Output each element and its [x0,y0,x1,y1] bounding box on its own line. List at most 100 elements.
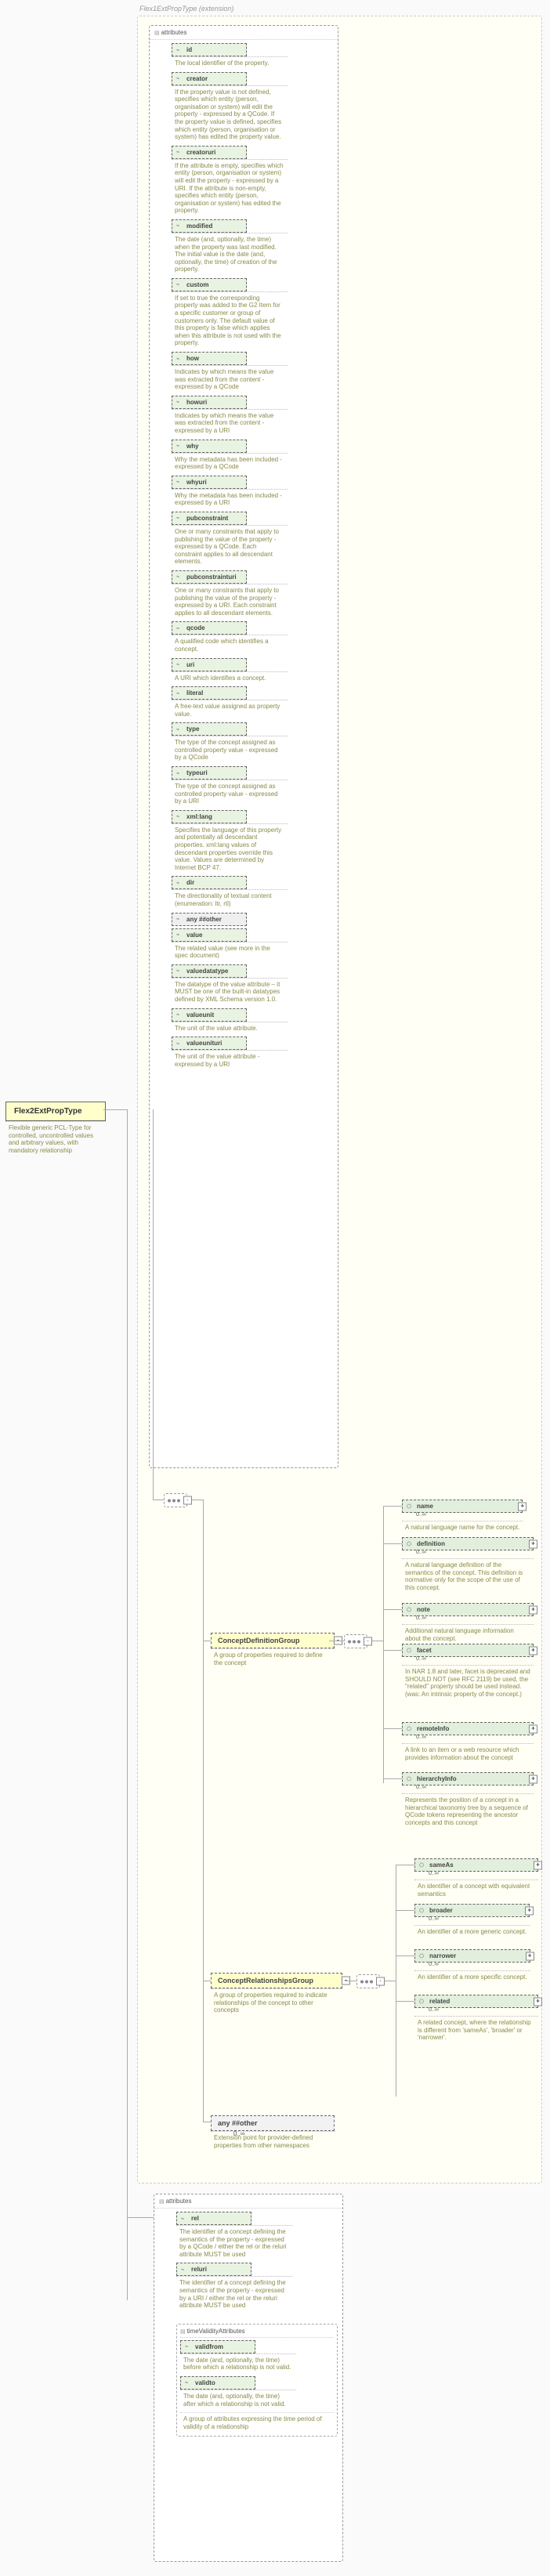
attr-desc: The identifier of a concept defining the… [176,2276,292,2311]
attribute-list: ⌁idThe local identifier of the property.… [150,40,338,1076]
attr-desc: The type of the concept assigned as cont… [172,780,288,808]
element-related[interactable]: ⎔related+0..∞A related concept, where th… [414,1995,538,2044]
attribute-whyuri[interactable]: ⌁whyuriWhy the metadata has been include… [172,476,335,509]
element-name: note [417,1606,430,1613]
expand-toggle[interactable]: + [534,1861,542,1869]
attr-name: literal [186,689,203,696]
element-desc: An identifier of a more specific concept… [414,1970,530,1984]
element-definition[interactable]: ⎔definition+0..∞A natural language defin… [402,1537,534,1594]
attribute-dir[interactable]: ⌁dirThe directionality of textual conten… [172,876,335,910]
conn [383,1506,384,1783]
attribute-uri[interactable]: ⌁uriA URI which identifies a concept. [172,658,335,685]
attribute-creator[interactable]: ⌁creatorIf the property value is not def… [172,72,335,143]
attr-name: any ##other [186,916,222,923]
element-desc: A link to an item or a web resource whic… [402,1743,534,1764]
cardinality: 0..∞ [416,1550,426,1555]
cardinality: 0..∞ [233,2130,245,2137]
expand-toggle[interactable]: + [518,1502,526,1511]
inheritance-label: Flex1ExtPropType (extension) [139,5,233,13]
attribute-pubconstrainturi[interactable]: ⌁pubconstrainturiOne or many constraints… [172,570,335,619]
expand-toggle[interactable]: + [529,1646,537,1655]
attribute-value[interactable]: ⌁valueThe related value (see more in the… [172,928,335,962]
element-note[interactable]: ⎔note+0..∞Additional natural language in… [402,1603,534,1644]
attribute-rel[interactable]: ⌁relThe identifier of a concept defining… [176,2212,339,2260]
sequence-combiner[interactable]: - [356,1974,380,1988]
expand-toggle[interactable]: + [529,1724,537,1733]
concept-relationships-group[interactable]: ConceptRelationshipsGroup - A group of p… [211,1973,342,2017]
attribute-reluri[interactable]: ⌁reluriThe identifier of a concept defin… [176,2263,339,2311]
attr-desc: The datatype of the value attribute – it… [172,978,288,1006]
attribute-literal[interactable]: ⌁literalA free-text value assigned as pr… [172,686,335,720]
any-other-element[interactable]: any ##other Extension point for provider… [211,2115,335,2151]
cardinality: 0..∞ [416,1785,426,1790]
expand-toggle[interactable]: - [364,1637,372,1646]
attr-desc: The date (and, optionally, the time) bef… [180,2353,296,2374]
attr-desc: If set to true the corresponding propert… [172,291,288,349]
conn [103,1109,127,1110]
element-remoteinfo[interactable]: ⎔remoteInfo+0..∞A link to an item or a w… [402,1722,534,1764]
attr-name: creatoruri [186,149,215,156]
cardinality: 0..∞ [429,2007,439,2013]
sequence-combiner[interactable]: - [344,1634,367,1648]
attribute-typeuri[interactable]: ⌁typeuriThe type of the concept assigned… [172,766,335,808]
attribute-why[interactable]: ⌁whyWhy the metadata has been included -… [172,440,335,473]
attribute-creatoruri[interactable]: ⌁creatoruriIf the attribute is empty, sp… [172,146,335,217]
element-narrower[interactable]: ⎔narrower+0..∞An identifier of a more sp… [414,1949,530,1984]
attribute-qcode[interactable]: ⌁qcodeA qualified code which identifies … [172,621,335,655]
attr-desc: The date (and, optionally, the time) whe… [172,233,288,276]
element-facet[interactable]: ⎔facet+0..∞In NAR 1.8 and later, facet i… [402,1644,534,1700]
root-type-label: Flex2ExtPropType [5,1102,106,1121]
attr-name: why [186,443,199,450]
sequence-combiner[interactable]: - [164,1493,187,1507]
group-desc: A group of properties required to indica… [211,1988,342,2017]
group-desc: A group of properties required to define… [211,1648,335,1669]
attr-desc: If the attribute is empty, specifies whi… [172,159,288,217]
time-attrs: ⌁validfromThe date (and, optionally, the… [180,2340,334,2410]
attr-name: howuri [186,399,207,406]
attribute-any-other[interactable]: ⌁any ##other [172,913,335,926]
element-name: facet [417,1647,432,1654]
element-name: hierarchyInfo [417,1775,457,1782]
expand-toggle[interactable]: + [529,1775,537,1783]
attribute-how[interactable]: ⌁howIndicates by which means the value w… [172,352,335,393]
attr-desc: The related value (see more in the spec … [172,942,288,962]
attribute-xml-lang[interactable]: ⌁xml:langSpecifies the language of this … [172,810,335,874]
attribute-howuri[interactable]: ⌁howuriIndicates by which means the valu… [172,396,335,437]
attr-name: creator [186,75,208,82]
expand-toggle[interactable]: + [526,1952,534,1960]
element-broader[interactable]: ⎔broader+0..∞An identifier of a more gen… [414,1904,530,1938]
expand-toggle[interactable]: + [525,1906,534,1915]
group-name: ConceptDefinitionGroup [218,1637,300,1644]
attr-name: qcode [186,624,205,631]
attribute-pubconstraint[interactable]: ⌁pubconstraintOne or many constraints th… [172,512,335,568]
expand-toggle[interactable]: + [534,1997,542,2006]
expand-toggle[interactable]: - [183,1496,192,1505]
element-sameas[interactable]: ⎔sameAs+0..∞An identifier of a concept w… [414,1858,538,1900]
attr-desc: A URI which identifies a concept. [172,671,288,685]
conn [153,1109,154,1500]
attr-desc: One or many constraints that apply to pu… [172,584,288,619]
expand-toggle[interactable]: + [529,1605,537,1614]
attribute-valueunituri[interactable]: ⌁valueunituriThe unit of the value attri… [172,1037,335,1070]
expand-toggle[interactable]: - [376,1977,385,1986]
element-name[interactable]: ⎔name+0..∞A natural language name for th… [402,1500,523,1534]
attribute-custom[interactable]: ⌁customIf set to true the corresponding … [172,278,335,349]
time-validity-group: ▤ timeValidityAttributes ⌁validfromThe d… [176,2324,338,2437]
attribute-modified[interactable]: ⌁modifiedThe date (and, optionally, the … [172,219,335,276]
attribute-validto[interactable]: ⌁validtoThe date (and, optionally, the t… [180,2376,334,2410]
attr-desc: A free-text value assigned as property v… [172,700,288,720]
attr-name: typeuri [186,769,208,776]
attribute-validfrom[interactable]: ⌁validfromThe date (and, optionally, the… [180,2340,334,2374]
group-name: ConceptRelationshipsGroup [218,1977,313,1984]
attribute-valueunit[interactable]: ⌁valueunitThe unit of the value attribut… [172,1008,335,1035]
conn [203,1979,204,2122]
cardinality: 0..∞ [416,1615,426,1621]
attribute-id[interactable]: ⌁idThe local identifier of the property. [172,43,335,70]
root-type-node[interactable]: Flex2ExtPropType Flexible generic PCL-Ty… [5,1102,106,1156]
attribute-type[interactable]: ⌁typeThe type of the concept assigned as… [172,722,335,764]
element-hierarchyinfo[interactable]: ⎔hierarchyInfo+0..∞Represents the positi… [402,1772,534,1829]
attributes-block: ▤ attributes ⌁idThe local identifier of … [149,25,338,1468]
concept-definition-group[interactable]: ConceptDefinitionGroup - A group of prop… [211,1633,335,1669]
attribute-valuedatatype[interactable]: ⌁valuedatatypeThe datatype of the value … [172,964,335,1006]
expand-toggle[interactable]: + [529,1539,537,1548]
